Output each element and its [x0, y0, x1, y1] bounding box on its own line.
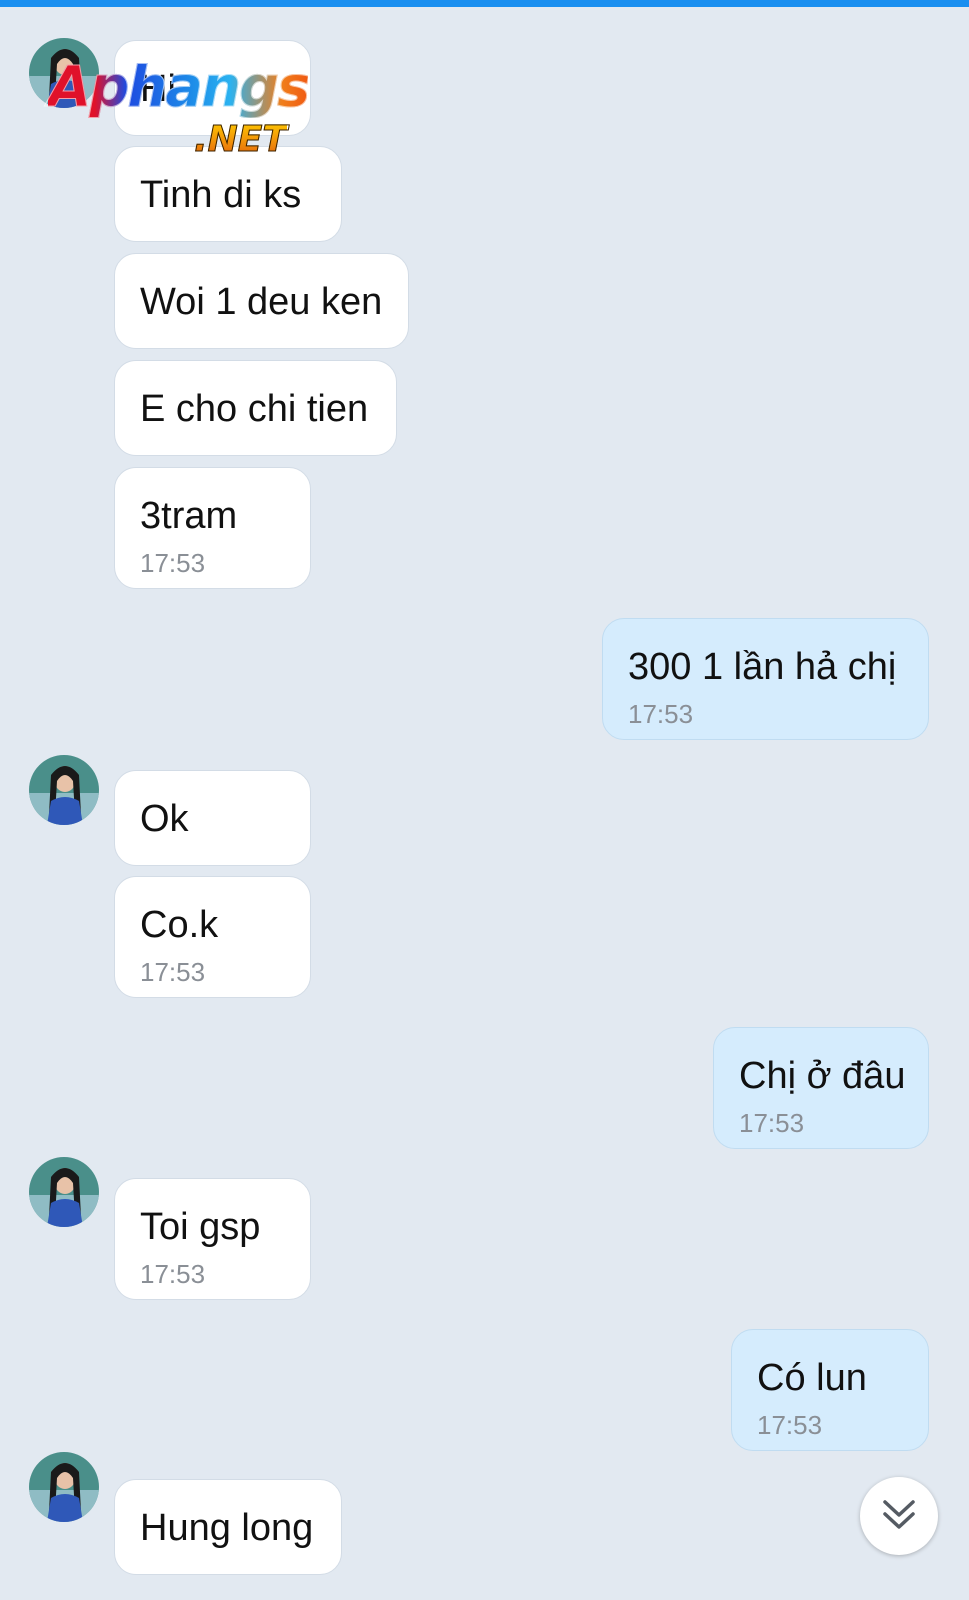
incoming-message[interactable]: Ok [114, 770, 311, 866]
incoming-message[interactable]: Toi gsp 17:53 [114, 1178, 311, 1300]
outgoing-message[interactable]: Có lun 17:53 [731, 1329, 929, 1451]
contact-avatar[interactable] [29, 1452, 99, 1522]
message-text: Toi gsp [140, 1206, 261, 1248]
message-time: 17:53 [140, 548, 206, 578]
message-text: 3tram [140, 495, 238, 537]
double-chevron-down-icon [883, 1500, 915, 1529]
message-text: Tinh di ks [140, 174, 302, 216]
incoming-message[interactable]: Co.k 17:53 [114, 876, 311, 998]
message-time: 17:53 [140, 1259, 206, 1289]
message-text: Woi 1 deu ken [140, 281, 383, 323]
scroll-to-bottom-button[interactable] [860, 1477, 938, 1555]
incoming-message[interactable]: E cho chi tien [114, 360, 397, 456]
message-time: 17:53 [757, 1410, 823, 1440]
message-text: Chị ở đâu [739, 1055, 906, 1097]
message-text: Có lun [757, 1357, 867, 1399]
contact-avatar[interactable] [29, 1157, 99, 1227]
message-text: 300 1 lần hả chị [628, 646, 897, 688]
contact-avatar[interactable] [29, 38, 99, 108]
outgoing-message[interactable]: 300 1 lần hả chị 17:53 [602, 618, 929, 740]
message-time: 17:53 [140, 957, 206, 987]
message-text: Co.k [140, 904, 219, 946]
incoming-message[interactable]: 3tram 17:53 [114, 467, 311, 589]
message-text: Hung long [140, 1507, 314, 1549]
message-time: 17:53 [739, 1108, 805, 1138]
message-text: Hi [140, 68, 176, 110]
outgoing-message[interactable]: Chị ở đâu 17:53 [713, 1027, 929, 1149]
contact-avatar[interactable] [29, 755, 99, 825]
incoming-message[interactable]: Tinh di ks [114, 146, 342, 242]
incoming-message[interactable]: Woi 1 deu ken [114, 253, 409, 349]
message-time: 17:53 [628, 699, 694, 729]
message-text: Ok [140, 798, 189, 840]
message-text: E cho chi tien [140, 388, 369, 430]
incoming-message[interactable]: Hung long [114, 1479, 342, 1575]
top-progress-bar [0, 0, 969, 7]
incoming-message[interactable]: Hi [114, 40, 311, 136]
